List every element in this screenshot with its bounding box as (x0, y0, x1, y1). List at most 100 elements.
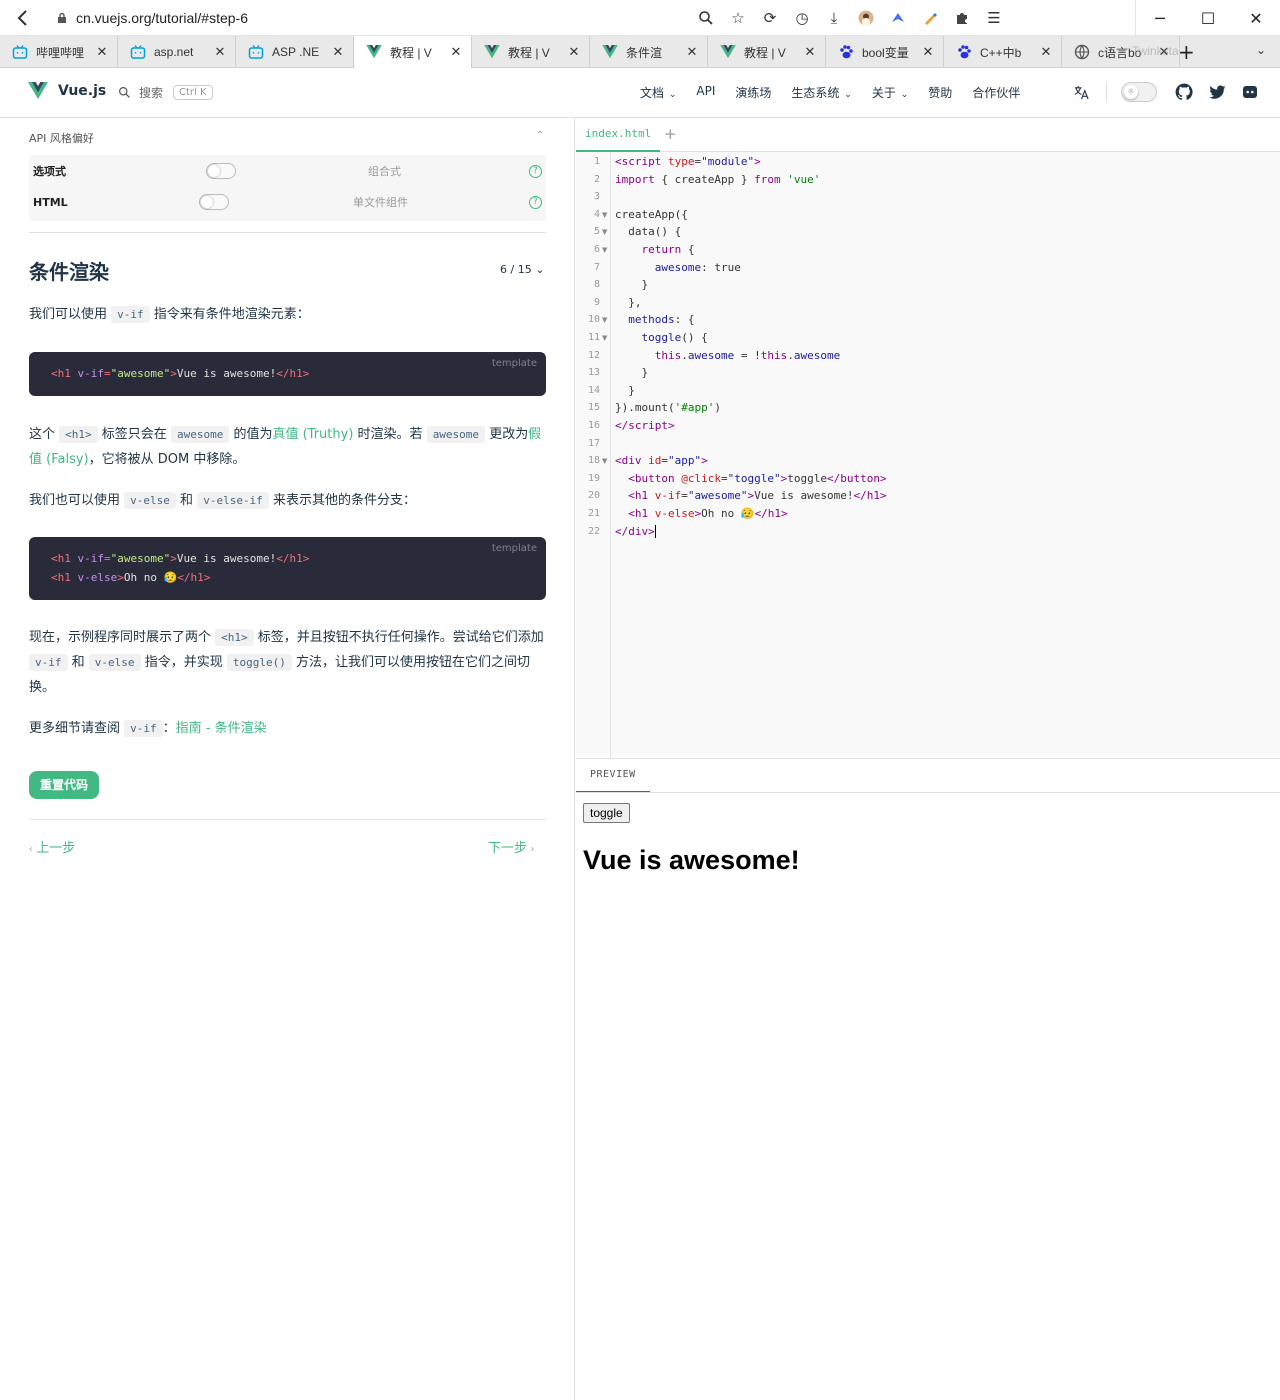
code-line[interactable]: return { (615, 243, 695, 256)
search-button[interactable]: 搜索 Ctrl K (118, 84, 213, 101)
code-line[interactable]: createApp({ (615, 208, 688, 221)
close-tab-icon[interactable]: ✕ (921, 44, 935, 60)
history-icon[interactable]: ◷ (786, 0, 818, 36)
code-line[interactable]: toggle() { (615, 331, 708, 344)
extension-bird-icon[interactable] (882, 0, 914, 36)
file-style-toggle[interactable] (199, 194, 229, 210)
line-number: 7 (593, 261, 600, 273)
bilibili-icon (12, 44, 28, 60)
extensions-puzzle-icon[interactable] (946, 0, 978, 36)
prev-step-link[interactable]: ‹ 上一步 (29, 837, 75, 856)
extension-pen-icon[interactable] (914, 0, 946, 36)
code-line[interactable]: }).mount('#app') (615, 401, 721, 414)
download-icon[interactable]: ⤓ (818, 0, 850, 36)
minimize-icon[interactable]: ─ (1136, 0, 1184, 36)
close-window-icon[interactable]: ✕ (1232, 0, 1280, 36)
fold-toggle-icon[interactable]: ▼ (602, 457, 607, 465)
collapse-chevron-icon[interactable]: ⌃ (536, 130, 544, 141)
maximize-icon[interactable]: ☐ (1184, 0, 1232, 36)
browser-tab[interactable]: 条件渲 ✕ (590, 36, 708, 68)
divider (576, 792, 1280, 793)
nav-item-api[interactable]: API (696, 84, 715, 101)
nav-item-ecosystem[interactable]: 生态系统 ⌄ (791, 84, 851, 101)
tab-list-chevron-icon[interactable]: ⌄ (1256, 43, 1266, 57)
translate-icon[interactable] (1070, 81, 1092, 103)
menu-icon[interactable]: ☰ (978, 0, 1010, 36)
code-line[interactable]: </div> (615, 525, 656, 539)
code-line[interactable]: }, (615, 296, 641, 309)
theme-switch[interactable]: ☼ (1121, 82, 1157, 102)
fold-toggle-icon[interactable]: ▼ (602, 334, 607, 342)
browser-tab[interactable]: asp.net ✕ (118, 36, 236, 68)
zoom-icon[interactable] (690, 0, 722, 36)
close-tab-icon[interactable]: ✕ (567, 44, 581, 60)
reset-code-button[interactable]: 重置代码 (29, 771, 100, 799)
code-line[interactable]: import { createApp } from 'vue' (615, 173, 820, 186)
bookmark-star-icon[interactable]: ☆ (722, 0, 754, 36)
code-line[interactable]: <div id="app"> (615, 454, 708, 467)
code-line[interactable]: <script type="module"> (615, 155, 761, 168)
help-icon[interactable]: ? (529, 164, 542, 178)
browser-tab[interactable]: 教程 | V ✕ (708, 36, 826, 68)
tab-index-html[interactable]: index.html (576, 118, 661, 152)
fold-toggle-icon[interactable]: ▼ (602, 228, 607, 236)
fold-toggle-icon[interactable]: ▼ (602, 316, 607, 324)
line-number: 11 (587, 332, 600, 343)
help-icon[interactable]: ? (529, 195, 542, 209)
back-icon[interactable] (0, 0, 46, 36)
close-tab-icon[interactable]: ✕ (213, 44, 227, 60)
browser-tab[interactable]: 教程 | V ✕ (472, 36, 590, 68)
url-field[interactable]: cn.vuejs.org/tutorial/#step-6 (76, 10, 248, 26)
code-line[interactable]: <button @click="toggle">toggle</button> (615, 472, 886, 485)
code-line[interactable]: <h1 v-else>Oh no 😥</h1> (615, 507, 787, 520)
browser-tab[interactable]: 教程 | V ✕ (354, 36, 472, 68)
nav-item-docs[interactable]: 文档 ⌄ (640, 84, 676, 101)
browser-tab[interactable]: C++中b ✕ (944, 36, 1062, 68)
nav-item-about[interactable]: 关于 ⌄ (872, 84, 908, 101)
step-selector[interactable]: 6 / 15 ⌄ (500, 263, 544, 276)
code-line[interactable]: } (615, 278, 648, 291)
bilibili-icon (130, 44, 146, 60)
code-line[interactable]: data() { (615, 225, 681, 238)
fold-toggle-icon[interactable]: ▼ (602, 211, 607, 219)
site-logo[interactable]: Vue.js (28, 82, 106, 100)
code-line[interactable]: this.awesome = !this.awesome (615, 349, 840, 362)
discord-icon[interactable] (1239, 81, 1261, 103)
add-file-button[interactable]: + (664, 125, 677, 143)
sun-icon: ☼ (1124, 85, 1138, 99)
code-editor[interactable]: index.html + 1 2 3 4 ▼ 5 ▼ 6 ▼ 7 8 9 10 ▼ 11 ▼ 12 13 14 15 1… (576, 118, 1280, 758)
close-tab-icon[interactable]: ✕ (449, 44, 463, 60)
new-tab-icon[interactable]: + (1178, 40, 1195, 64)
code-line[interactable]: methods: { (615, 313, 694, 326)
code-line[interactable]: awesome: true (615, 261, 741, 274)
twitter-icon[interactable] (1206, 81, 1228, 103)
nav-divider (1106, 82, 1107, 102)
tab-preview[interactable]: PREVIEW (576, 759, 650, 793)
sfc-label: 单文件组件 (353, 196, 408, 209)
nav-item-playground[interactable]: 演练场 (735, 84, 771, 101)
close-tab-icon[interactable]: ✕ (95, 44, 109, 60)
close-tab-icon[interactable]: ✕ (1039, 44, 1053, 60)
code-line[interactable]: </script> (615, 419, 675, 432)
reload-icon[interactable]: ⟳ (754, 0, 786, 36)
nav-item-partners[interactable]: 合作伙伴 (972, 84, 1020, 101)
code-line[interactable]: } (615, 366, 648, 379)
close-tab-icon[interactable]: ✕ (803, 44, 817, 60)
api-style-toggle[interactable] (206, 163, 236, 179)
browser-tab[interactable]: c语言bo✕Twinkstar Browser (1062, 36, 1180, 68)
profile-avatar-icon[interactable] (850, 0, 882, 36)
github-icon[interactable] (1173, 81, 1195, 103)
code-line[interactable]: } (615, 384, 635, 397)
guide-conditional-link[interactable]: 指南 - 条件渲染 (176, 721, 267, 736)
close-tab-icon[interactable]: ✕ (685, 44, 699, 60)
fold-toggle-icon[interactable]: ▼ (602, 246, 607, 254)
browser-tab[interactable]: bool变量 ✕ (826, 36, 944, 68)
browser-tab[interactable]: ASP .NE ✕ (236, 36, 354, 68)
code-line[interactable]: <h1 v-if="awesome">Vue is awesome!</h1> (615, 489, 886, 502)
next-step-link[interactable]: 下一步 › (488, 837, 534, 856)
truthy-link[interactable]: 真值 (Truthy) (272, 427, 353, 442)
toggle-button[interactable]: toggle (583, 803, 630, 823)
close-tab-icon[interactable]: ✕ (331, 44, 345, 60)
browser-tab[interactable]: 哔哩哔哩 ✕ (0, 36, 118, 68)
nav-item-sponsor[interactable]: 赞助 (928, 84, 952, 101)
